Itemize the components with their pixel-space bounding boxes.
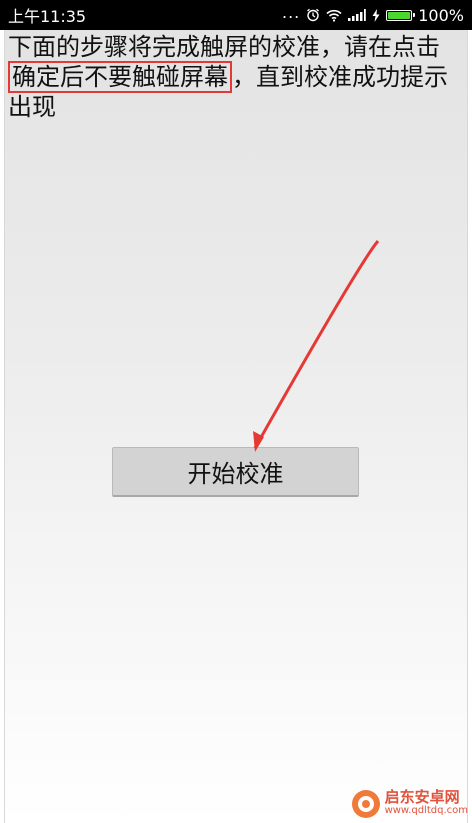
battery-percent: 100% — [418, 5, 464, 25]
start-calibration-button[interactable]: 开始校准 — [112, 447, 359, 497]
watermark-text: 启东安卓网 www.qdltdq.com — [385, 790, 468, 818]
wifi-icon — [326, 9, 342, 22]
notification-dots: ... — [281, 2, 301, 22]
signal-icon — [348, 9, 367, 21]
battery-fill — [388, 11, 411, 19]
status-time: 上午11:35 — [8, 7, 87, 26]
status-icons: ... 100% — [281, 2, 464, 25]
watermark-title: 启东安卓网 — [384, 788, 460, 806]
instruction-highlight: 确定后不要触碰屏幕 — [8, 61, 232, 93]
alarm-icon — [306, 8, 320, 22]
watermark-logo-icon — [351, 790, 380, 818]
calibration-screen — [4, 30, 468, 823]
site-watermark: 启东安卓网 www.qdltdq.com — [351, 789, 468, 819]
battery-icon — [386, 9, 416, 21]
charging-icon — [372, 8, 380, 22]
instruction-text-before: 下面的步骤将完成触屏的校准，请在点击 — [8, 33, 440, 61]
status-bar: 上午11:35 ... 100% — [0, 0, 472, 30]
calibration-instruction: 下面的步骤将完成触屏的校准，请在点击确定后不要触碰屏幕 ，直到校准成功提示出现 — [8, 32, 464, 122]
watermark-url: www.qdltdq.com — [384, 805, 468, 816]
